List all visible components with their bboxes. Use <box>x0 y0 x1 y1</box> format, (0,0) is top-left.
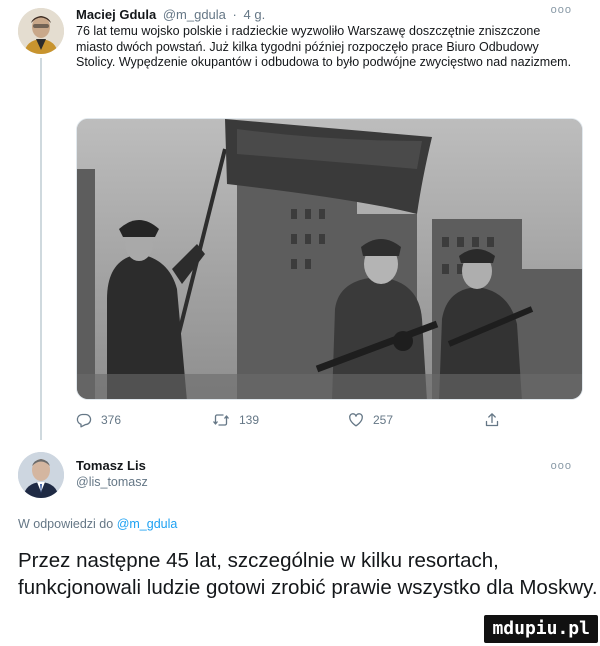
like-count: 257 <box>373 413 394 427</box>
retweet-icon[interactable] <box>212 412 230 428</box>
more-options-icon[interactable]: ooo <box>551 4 572 16</box>
reply-text: Przez następne 45 lat, szczególnie w kil… <box>18 549 598 599</box>
author-avatar[interactable] <box>18 8 64 54</box>
retweet-action[interactable]: 139 <box>212 412 259 428</box>
like-action[interactable]: 257 <box>348 412 393 428</box>
tweet: Maciej Gdula @m_gdula · 4 g. ooo 76 lat … <box>0 0 600 440</box>
watermark: mdupiu.pl <box>484 615 598 643</box>
replying-to: W odpowiedzi do @m_gdula <box>18 517 177 531</box>
reply-author-name[interactable]: Tomasz Lis <box>76 458 146 473</box>
header-separator: · <box>232 7 237 22</box>
reply-author-avatar[interactable] <box>18 452 64 498</box>
author-name[interactable]: Maciej Gdula <box>76 7 156 22</box>
share-action[interactable] <box>484 412 500 428</box>
replying-to-handle[interactable]: @m_gdula <box>117 517 178 531</box>
like-icon[interactable] <box>348 412 364 428</box>
tweet-header: Maciej Gdula @m_gdula · 4 g. <box>76 7 265 22</box>
reply-count: 376 <box>101 413 122 427</box>
replying-to-prefix: W odpowiedzi do <box>18 517 114 531</box>
reply-action[interactable]: 376 <box>76 412 121 428</box>
tweet-actions: 376 139 257 <box>76 412 536 430</box>
author-handle[interactable]: @m_gdula <box>163 7 226 22</box>
share-icon[interactable] <box>484 412 500 428</box>
tweet-time[interactable]: 4 g. <box>244 7 266 22</box>
retweet-count: 139 <box>239 413 260 427</box>
reply-icon[interactable] <box>76 412 92 428</box>
thread-line <box>40 58 42 440</box>
reply-more-options-icon[interactable]: ooo <box>551 460 572 472</box>
reply-author-handle[interactable]: @lis_tomasz <box>76 475 148 489</box>
tweet-photo[interactable] <box>76 118 583 400</box>
tweet-text: 76 lat temu wojsko polskie i radzieckie … <box>76 24 572 69</box>
